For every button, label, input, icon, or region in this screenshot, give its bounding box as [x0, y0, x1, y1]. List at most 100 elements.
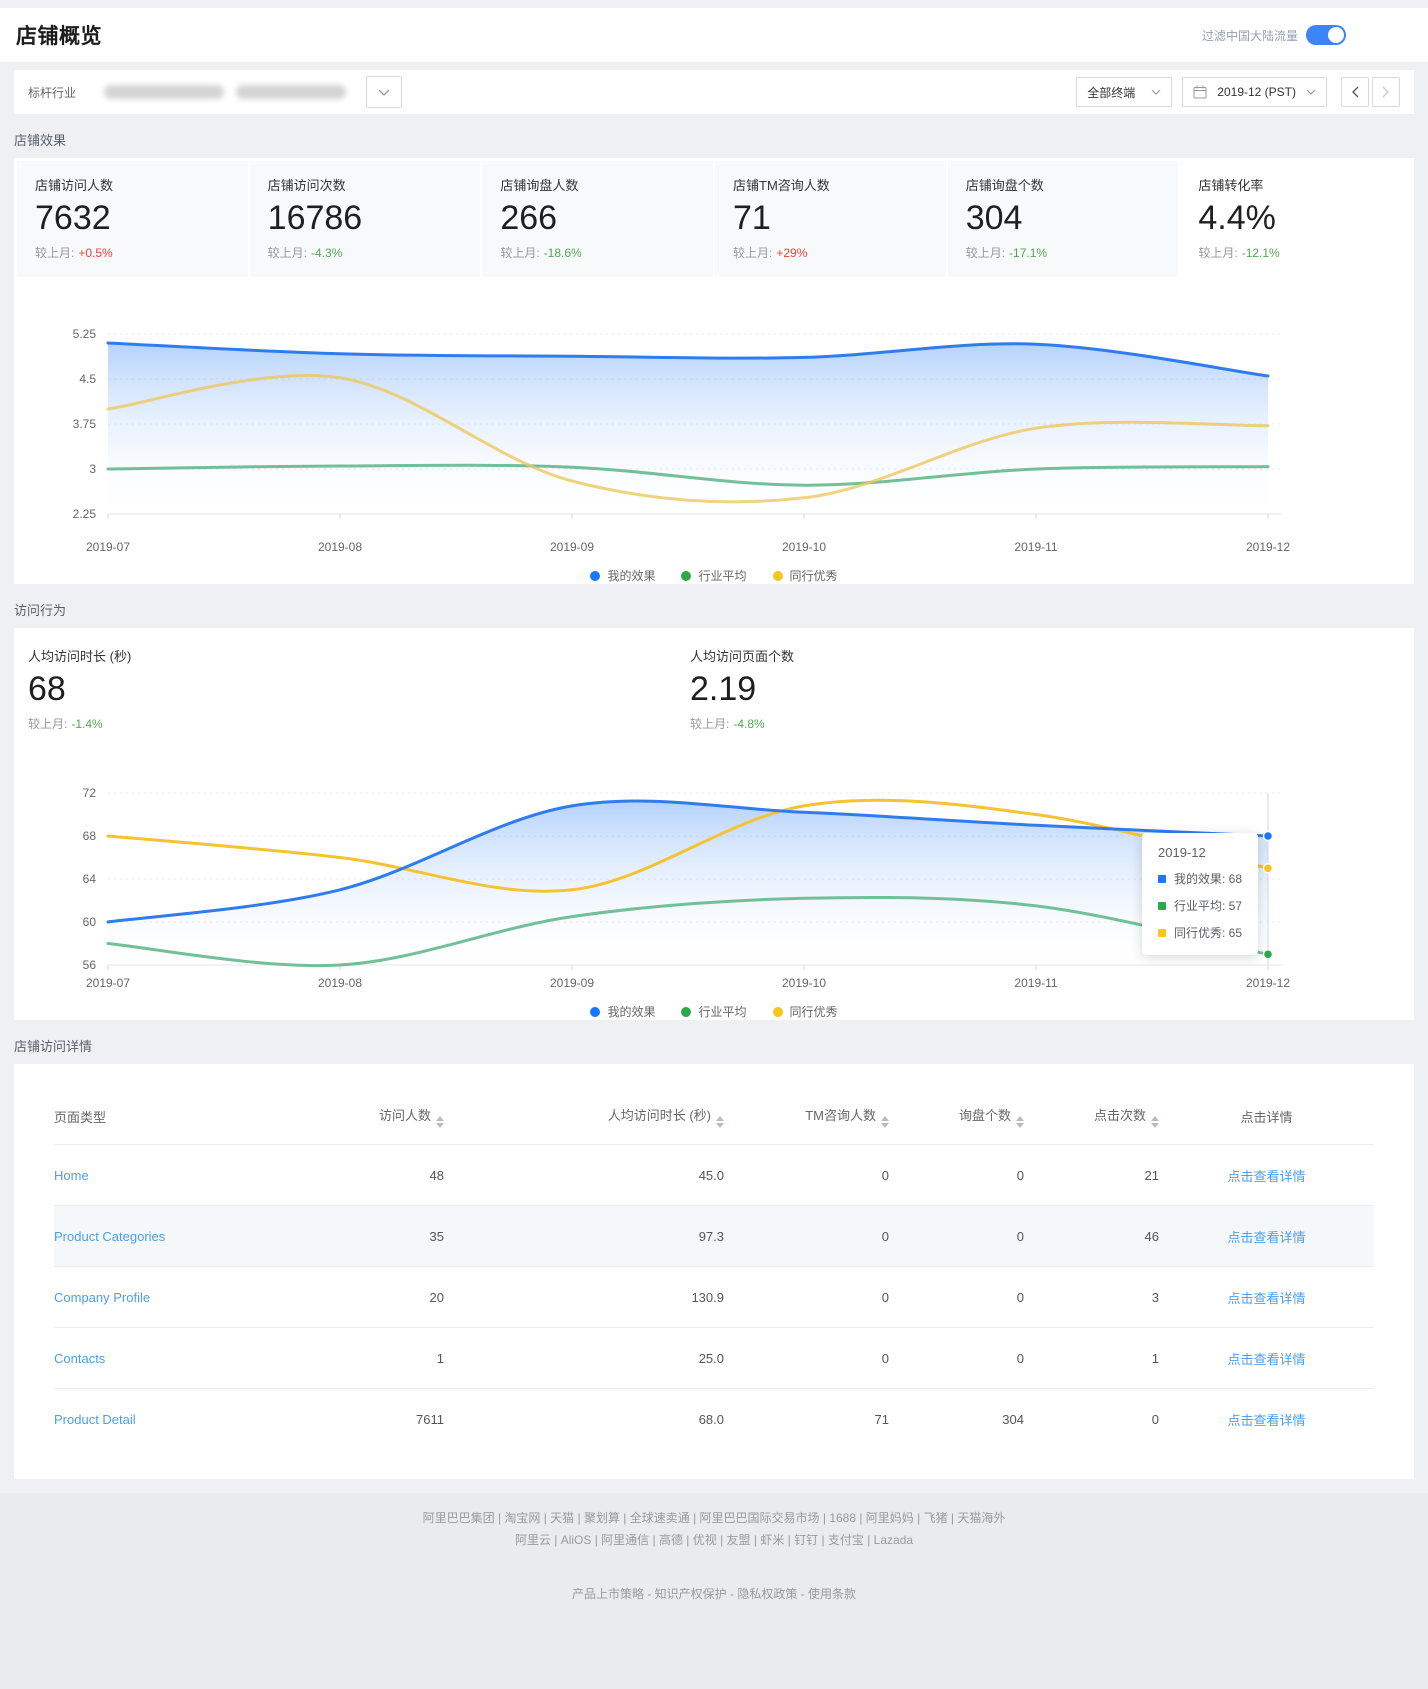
- table-cell: 25.0: [444, 1351, 724, 1366]
- svg-text:72: 72: [83, 786, 97, 800]
- benchmark-industry-combobox[interactable]: [86, 76, 402, 108]
- mainland-traffic-toggle[interactable]: [1306, 25, 1346, 45]
- store-effect-chart[interactable]: 5.254.53.7532.252019-072019-082019-09201…: [28, 320, 1400, 561]
- table-cell: 7611: [324, 1412, 444, 1427]
- svg-text:2019-12: 2019-12: [1246, 976, 1290, 990]
- terminal-select-value: 全部终端: [1087, 84, 1135, 101]
- kpi-value: 4.4%: [1198, 198, 1393, 238]
- page-type-link[interactable]: Contacts: [54, 1351, 324, 1366]
- page-type-link[interactable]: Home: [54, 1168, 324, 1183]
- page-type-link[interactable]: Product Categories: [54, 1229, 324, 1244]
- svg-text:2019-07: 2019-07: [86, 540, 130, 554]
- svg-text:2019-08: 2019-08: [318, 976, 362, 990]
- kpi-label: 店铺询盘人数: [500, 175, 695, 194]
- table-cell: 0: [724, 1290, 889, 1305]
- metric-label: 人均访问页面个数: [690, 646, 1352, 665]
- legend-label: 同行优秀: [790, 1003, 838, 1020]
- view-detail-link[interactable]: 点击查看详情: [1159, 1166, 1374, 1185]
- page-type-link[interactable]: Company Profile: [54, 1290, 324, 1305]
- next-month-button[interactable]: [1372, 77, 1400, 107]
- toggle-knob: [1328, 27, 1344, 43]
- table-cell: 1: [324, 1351, 444, 1366]
- prev-month-button[interactable]: [1341, 77, 1369, 107]
- store-effect-panel: 店铺访问人数7632较上月:+0.5%店铺访问次数16786较上月:-4.3%店…: [14, 158, 1414, 584]
- table-row[interactable]: Contacts125.0001点击查看详情: [54, 1327, 1374, 1388]
- table-cell: 304: [889, 1412, 1024, 1427]
- legend-dot: [773, 1007, 783, 1017]
- chevron-right-icon: [1382, 86, 1390, 98]
- legend-item[interactable]: 同行优秀: [773, 567, 838, 584]
- table-cell: 71: [724, 1412, 889, 1427]
- view-detail-link[interactable]: 点击查看详情: [1159, 1288, 1374, 1307]
- sort-icon[interactable]: [716, 1116, 724, 1128]
- kpi-card-2[interactable]: 店铺询盘人数266较上月:-18.6%: [482, 161, 713, 277]
- svg-text:2019-11: 2019-11: [1014, 976, 1057, 990]
- page-footer: 阿里巴巴集团 | 淘宝网 | 天猫 | 聚划算 | 全球速卖通 | 阿里巴巴国际…: [0, 1493, 1428, 1689]
- kpi-card-5[interactable]: 店铺转化率4.4%较上月:-12.1%: [1180, 161, 1411, 277]
- table-cell: 0: [889, 1229, 1024, 1244]
- terminal-select[interactable]: 全部终端: [1076, 77, 1172, 107]
- table-row[interactable]: Company Profile20130.9003点击查看详情: [54, 1266, 1374, 1327]
- kpi-card-row: 店铺访问人数7632较上月:+0.5%店铺访问次数16786较上月:-4.3%店…: [14, 158, 1414, 280]
- column-header[interactable]: 人均访问时长 (秒): [444, 1105, 724, 1128]
- kpi-card-1[interactable]: 店铺访问次数16786较上月:-4.3%: [250, 161, 481, 277]
- kpi-card-4[interactable]: 店铺询盘个数304较上月:-17.1%: [948, 161, 1179, 277]
- table-row[interactable]: Product Detail761168.0713040点击查看详情: [54, 1388, 1374, 1449]
- table-cell: 1: [1024, 1351, 1159, 1366]
- column-header[interactable]: 点击次数: [1024, 1105, 1159, 1128]
- svg-text:3: 3: [89, 462, 96, 476]
- date-picker[interactable]: 2019-12 (PST): [1182, 77, 1327, 107]
- legend-label: 同行优秀: [790, 567, 838, 584]
- sort-icon[interactable]: [1016, 1116, 1024, 1128]
- page-type-link[interactable]: Product Detail: [54, 1412, 324, 1427]
- kpi-delta: 较上月:+29%: [733, 244, 928, 261]
- metric-delta: 较上月:-4.8%: [690, 715, 1352, 732]
- table-cell: 0: [1024, 1412, 1159, 1427]
- kpi-card-0[interactable]: 店铺访问人数7632较上月:+0.5%: [17, 161, 248, 277]
- view-detail-link[interactable]: 点击查看详情: [1159, 1227, 1374, 1246]
- metric-label: 人均访问时长 (秒): [28, 646, 690, 665]
- footer-legal-links[interactable]: 产品上市策略 - 知识产权保护 - 隐私权政策 - 使用条款: [0, 1583, 1428, 1605]
- legend-item[interactable]: 我的效果: [590, 1003, 655, 1020]
- svg-text:2019-12: 2019-12: [1246, 540, 1290, 554]
- column-header[interactable]: 询盘个数: [889, 1105, 1024, 1128]
- legend-item[interactable]: 我的效果: [590, 567, 655, 584]
- svg-text:4.5: 4.5: [79, 372, 96, 386]
- svg-text:3.75: 3.75: [73, 417, 97, 431]
- legend-label: 我的效果: [607, 567, 655, 584]
- legend-dot: [590, 1007, 600, 1017]
- behavior-metric-1: 人均访问页面个数2.19较上月:-4.8%: [690, 646, 1352, 732]
- benchmark-industry-dropdown-button[interactable]: [366, 76, 402, 108]
- kpi-card-3[interactable]: 店铺TM咨询人数71较上月:+29%: [715, 161, 946, 277]
- table-row[interactable]: Home4845.00021点击查看详情: [54, 1144, 1374, 1205]
- metric-value: 68: [28, 669, 690, 709]
- footer-brand-links-2[interactable]: 阿里云 | AliOS | 阿里通信 | 高德 | 优视 | 友盟 | 虾米 |…: [0, 1529, 1428, 1551]
- column-header[interactable]: 访问人数: [324, 1105, 444, 1128]
- section-store-effect: 店铺效果: [14, 130, 1414, 149]
- section-visit-detail: 店铺访问详情: [14, 1036, 1414, 1055]
- sort-icon[interactable]: [1151, 1116, 1159, 1128]
- svg-text:2019-09: 2019-09: [550, 540, 594, 554]
- sort-icon[interactable]: [881, 1116, 889, 1128]
- sort-icon[interactable]: [436, 1116, 444, 1128]
- svg-text:5.25: 5.25: [73, 327, 97, 341]
- svg-text:68: 68: [83, 829, 97, 843]
- metric-delta: 较上月:-1.4%: [28, 715, 690, 732]
- column-header[interactable]: TM咨询人数: [724, 1105, 889, 1128]
- table-cell: 0: [724, 1351, 889, 1366]
- table-row[interactable]: Product Categories3597.30046点击查看详情: [54, 1205, 1374, 1266]
- svg-text:2019-10: 2019-10: [782, 540, 826, 554]
- legend-item[interactable]: 同行优秀: [773, 1003, 838, 1020]
- table-cell: 45.0: [444, 1168, 724, 1183]
- legend-item[interactable]: 行业平均: [681, 1003, 746, 1020]
- kpi-delta: 较上月:+0.5%: [35, 244, 230, 261]
- section-visit-behavior: 访问行为: [14, 600, 1414, 619]
- view-detail-link[interactable]: 点击查看详情: [1159, 1410, 1374, 1429]
- table-cell: 0: [724, 1168, 889, 1183]
- footer-brand-links-1[interactable]: 阿里巴巴集团 | 淘宝网 | 天猫 | 聚划算 | 全球速卖通 | 阿里巴巴国际…: [0, 1507, 1428, 1529]
- table-cell: 68.0: [444, 1412, 724, 1427]
- tooltip-date: 2019-12: [1158, 845, 1242, 860]
- legend-item[interactable]: 行业平均: [681, 567, 746, 584]
- view-detail-link[interactable]: 点击查看详情: [1159, 1349, 1374, 1368]
- kpi-label: 店铺访问人数: [35, 175, 230, 194]
